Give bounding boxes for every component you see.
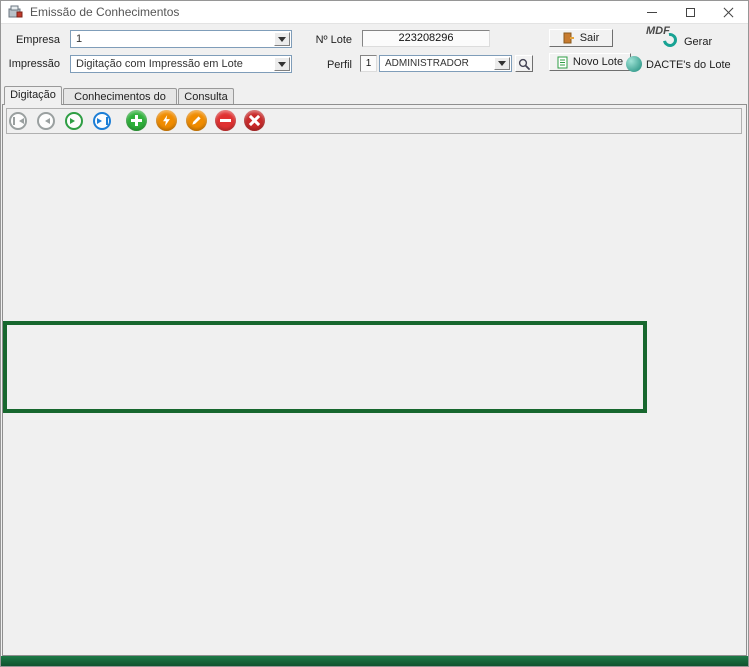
lote-field[interactable]: 223208296 [362, 30, 490, 47]
tab-consulta[interactable]: Consulta [178, 88, 234, 105]
toolbar [6, 108, 742, 134]
new-page-icon [557, 56, 568, 69]
dacte-label[interactable]: DACTE's do Lote [646, 59, 731, 72]
minimize-icon[interactable] [633, 0, 671, 24]
chevron-down-icon[interactable] [494, 57, 510, 70]
window-title: Emissão de Conhecimentos [30, 5, 179, 19]
app-icon [8, 4, 24, 20]
pencil-icon [191, 115, 202, 126]
record-next-button[interactable] [65, 112, 83, 130]
impressao-value: Digitação com Impressão em Lote [76, 58, 272, 70]
impressao-combo[interactable]: Digitação com Impressão em Lote [70, 55, 292, 73]
sair-button[interactable]: Sair [549, 29, 613, 47]
delete-record-button[interactable] [215, 110, 236, 131]
perfil-value: ADMINISTRADOR [385, 58, 492, 69]
record-last-button[interactable] [93, 112, 111, 130]
lote-label: Nº Lote [298, 34, 356, 47]
perfil-search-button[interactable] [515, 55, 533, 72]
maximize-icon[interactable] [671, 0, 709, 24]
x-icon [249, 115, 260, 126]
chevron-down-icon[interactable] [274, 57, 290, 71]
sair-label: Sair [580, 32, 600, 44]
novo-lote-button[interactable]: Novo Lote [549, 53, 631, 71]
minus-icon [220, 119, 231, 122]
empresa-label: Empresa [6, 34, 64, 47]
post-record-button[interactable] [156, 110, 177, 131]
insert-record-button[interactable] [126, 110, 147, 131]
edit-record-button[interactable] [186, 110, 207, 131]
search-icon [518, 58, 530, 70]
status-bar [0, 656, 749, 667]
plus-icon [131, 115, 142, 126]
record-first-button[interactable] [9, 112, 27, 130]
tab-digitacao[interactable]: Digitação [4, 86, 62, 105]
exit-door-icon [563, 32, 575, 44]
novo-lote-label: Novo Lote [573, 56, 623, 68]
perfil-combo[interactable]: ADMINISTRADOR [379, 55, 512, 72]
perfil-code-field[interactable]: 1 [360, 55, 377, 72]
chevron-down-icon[interactable] [274, 32, 290, 46]
gerar-label[interactable]: Gerar [684, 36, 712, 49]
dacte-globe-icon [626, 56, 642, 72]
empresa-value: 1 [76, 33, 272, 45]
window-titlebar: Emissão de Conhecimentos [0, 0, 749, 24]
record-prior-button[interactable] [37, 112, 55, 130]
close-icon[interactable] [709, 0, 747, 24]
tab-conhecimentos-do-lote[interactable]: Conhecimentos do Lote [63, 88, 177, 105]
tab-page-panel [2, 104, 747, 656]
lightning-icon [161, 114, 172, 127]
impressao-label: Impressão [6, 58, 64, 71]
empresa-combo[interactable]: 1 [70, 30, 292, 48]
perfil-label: Perfil [310, 59, 356, 72]
mdfe-logo-icon[interactable]: MDF [645, 24, 681, 51]
cancel-record-button[interactable] [244, 110, 265, 131]
